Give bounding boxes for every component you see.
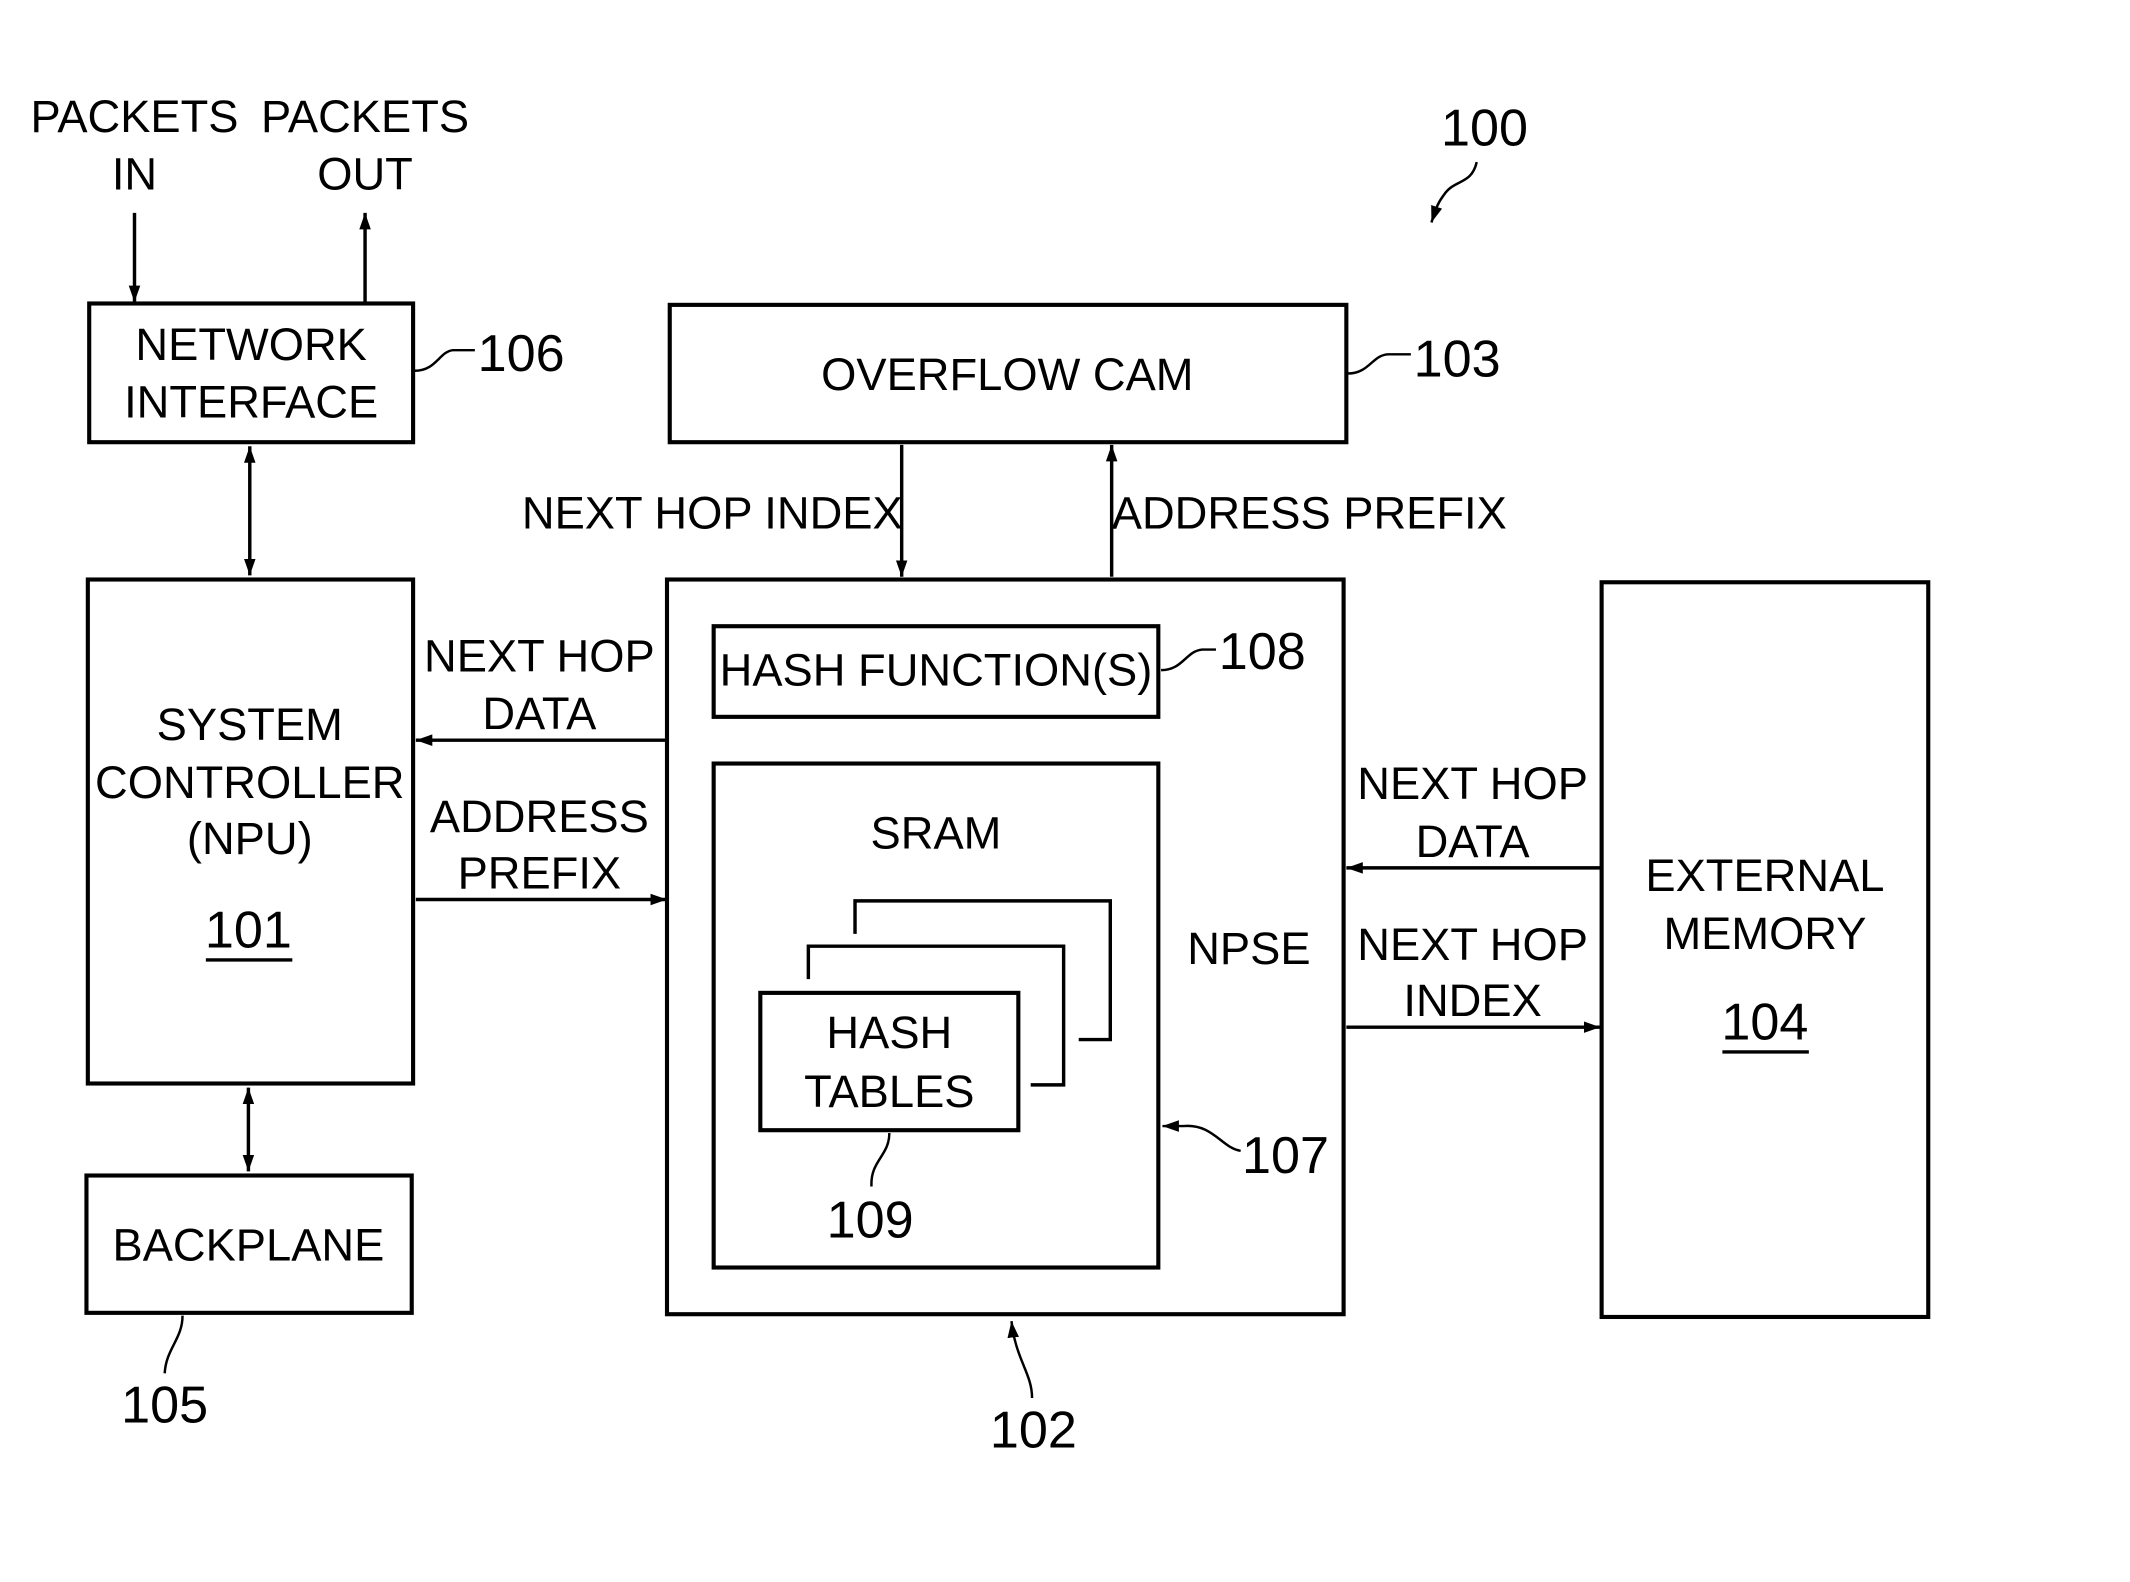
ref-label-100: 100: [1441, 100, 1528, 158]
ref-label-107: 107: [1242, 1127, 1329, 1185]
svg-text:DATA: DATA: [1416, 816, 1531, 867]
ref-leader-105: [163, 1315, 184, 1374]
hash-functions-label: HASH FUNCTION(S): [720, 644, 1153, 695]
svg-text:OVERFLOW CAM: OVERFLOW CAM: [821, 349, 1193, 400]
packets-in-label: PACKETS IN: [30, 91, 238, 200]
svg-text:IN: IN: [112, 148, 157, 199]
ref-label-104: 104: [1721, 994, 1808, 1052]
ref-leader-102: [1007, 1320, 1034, 1398]
svg-text:(NPU): (NPU): [187, 813, 313, 864]
ref-leader-103: [1347, 353, 1411, 375]
ref-leader-106: [414, 348, 475, 373]
svg-text:OUT: OUT: [317, 148, 413, 199]
ctrl-address-prefix-label: ADDRESS PREFIX: [430, 791, 649, 898]
svg-text:SYSTEM: SYSTEM: [157, 699, 343, 750]
cam-next-hop-index-label: NEXT HOP INDEX: [522, 488, 903, 539]
ext-next-hop-index-label: NEXT HOP INDEX: [1357, 919, 1588, 1026]
ref-label-109: 109: [827, 1191, 914, 1249]
svg-text:PACKETS: PACKETS: [261, 91, 469, 142]
svg-text:NEXT HOP: NEXT HOP: [1357, 919, 1588, 970]
cam-address-prefix-label: ADDRESS PREFIX: [1112, 488, 1507, 539]
ref-label-105: 105: [121, 1377, 208, 1435]
packets-out-label: PACKETS OUT: [261, 91, 469, 200]
ref-label-101: 101: [205, 902, 292, 960]
sram-label: SRAM: [871, 808, 1002, 859]
npse-block: NPSE HASH FUNCTION(S) SRAM HASH TABLES: [664, 577, 1346, 1317]
svg-text:CONTROLLER: CONTROLLER: [95, 757, 404, 808]
svg-text:TABLES: TABLES: [804, 1066, 974, 1117]
external-memory-block: EXTERNAL MEMORY 104: [1599, 580, 1931, 1320]
svg-text:PREFIX: PREFIX: [458, 847, 622, 898]
svg-text:DATA: DATA: [482, 688, 597, 739]
svg-text:INTERFACE: INTERFACE: [124, 376, 378, 427]
system-controller-block: SYSTEM CONTROLLER (NPU) 101: [85, 577, 416, 1086]
svg-text:ADDRESS: ADDRESS: [430, 791, 649, 842]
ext-next-hop-data-label: NEXT HOP DATA: [1357, 758, 1588, 867]
overflow-cam-block: OVERFLOW CAM: [667, 302, 1349, 445]
svg-text:INDEX: INDEX: [1403, 975, 1541, 1026]
ctrl-next-hop-data-label: NEXT HOP DATA: [424, 631, 655, 740]
svg-text:NETWORK: NETWORK: [135, 319, 366, 370]
ref-label-103: 103: [1414, 330, 1501, 388]
svg-text:EXTERNAL: EXTERNAL: [1645, 850, 1884, 901]
svg-text:NEXT HOP: NEXT HOP: [424, 631, 655, 682]
system-block-diagram: 100 PACKETS IN PACKETS OUT NETWORK INTER…: [30, 91, 1931, 1459]
svg-text:BACKPLANE: BACKPLANE: [112, 1220, 384, 1271]
svg-text:MEMORY: MEMORY: [1663, 908, 1866, 959]
ref-label-108: 108: [1219, 623, 1306, 681]
network-interface-block: NETWORK INTERFACE: [87, 301, 416, 445]
ref-label-102: 102: [990, 1401, 1077, 1459]
svg-text:NEXT HOP: NEXT HOP: [1357, 758, 1588, 809]
npse-label: NPSE: [1187, 923, 1310, 974]
ref-label-106: 106: [478, 325, 565, 383]
ref-leader-100: [1430, 161, 1478, 223]
backplane-block: BACKPLANE: [84, 1173, 414, 1315]
svg-text:PACKETS: PACKETS: [30, 91, 238, 142]
svg-text:HASH: HASH: [826, 1007, 952, 1058]
